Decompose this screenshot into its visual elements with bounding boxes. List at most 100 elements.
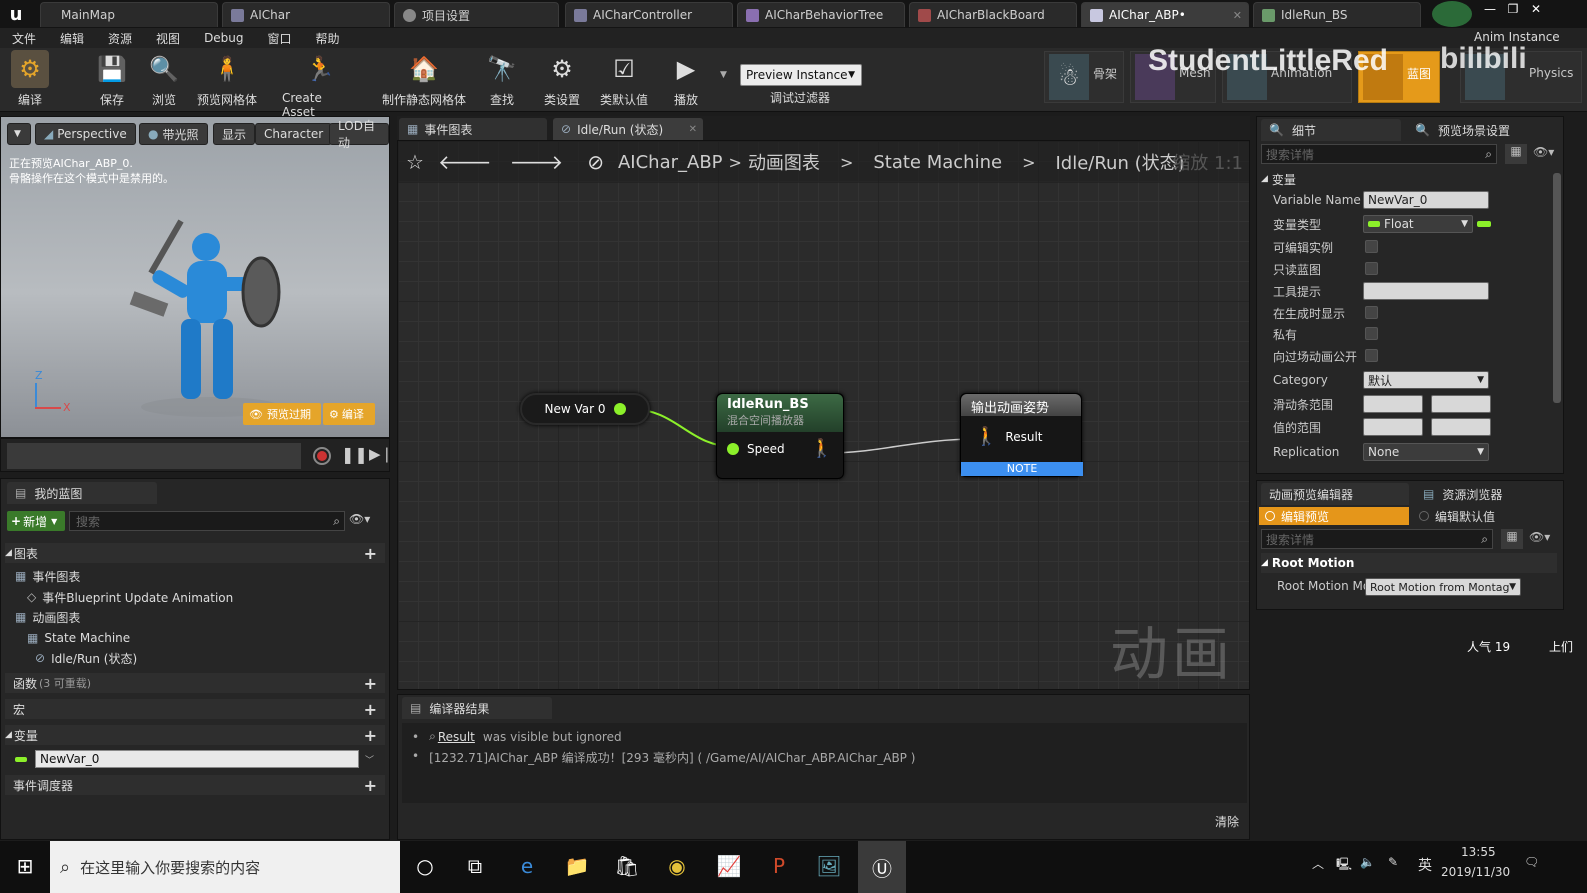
windows-start-icon[interactable]: ⊞ (10, 851, 40, 881)
editable-instance-checkbox[interactable] (1365, 240, 1378, 253)
task-view-icon[interactable]: ⧉ (460, 851, 490, 881)
event-graph-item[interactable]: ▦ 事件图表 (5, 566, 385, 586)
close-icon[interactable]: ✕ (1233, 9, 1242, 22)
blueprint-search-input[interactable]: 搜索 ⌕ (69, 511, 345, 531)
menu-asset[interactable]: 资源 (108, 30, 132, 47)
graphs-section[interactable]: ◢ 图表 + (5, 543, 385, 563)
anim-graph-canvas[interactable]: ☆ 🡐 🡒 ⊘ AIChar_ABP > 动画图表 > State Machin… (397, 140, 1250, 690)
lit-button[interactable]: ● 带光照 (139, 123, 208, 145)
variable-section-header[interactable]: ◢ 变量 (1261, 169, 1551, 189)
anim-graph-item[interactable]: ▦ 动画图表 (5, 607, 385, 627)
slider-range-min[interactable] (1363, 395, 1423, 413)
language-indicator[interactable]: 英 (1418, 855, 1432, 875)
perspective-button[interactable]: ◢ Perspective (35, 123, 136, 145)
play-options-icon[interactable]: ▼ (720, 70, 727, 80)
tab-behaviortree[interactable]: AICharBehaviorTree (737, 2, 905, 27)
compiler-results-tab[interactable]: ▤ 编译器结果 (402, 697, 552, 719)
add-function-icon[interactable]: + (364, 674, 377, 693)
root-motion-section[interactable]: ◢ Root Motion (1261, 553, 1557, 573)
root-motion-mode-dropdown[interactable]: Root Motion from Montag ▼ (1365, 578, 1521, 596)
notification-icon[interactable]: 🗨 (1524, 855, 1539, 869)
slider-range-max[interactable] (1431, 395, 1491, 413)
dispatchers-section[interactable]: 事件调度器 + (5, 775, 385, 795)
class-defaults-button[interactable]: ☑ 类默认值 (596, 50, 652, 108)
cortana-icon[interactable]: ○ (410, 851, 440, 881)
make-static-mesh-button[interactable]: 🏠 制作静态网格体 (378, 50, 470, 108)
clock-date[interactable]: 2019/11/30 (1441, 865, 1510, 879)
add-dispatcher-icon[interactable]: + (364, 776, 377, 795)
character-button[interactable]: Character (255, 123, 333, 145)
pen-icon[interactable]: ✎ (1388, 855, 1398, 869)
replication-dropdown[interactable]: None ▼ (1363, 443, 1489, 461)
lod-button[interactable]: LOD自动 (329, 119, 389, 150)
show-on-spawn-checkbox[interactable] (1365, 306, 1378, 319)
tray-chevron-icon[interactable]: ︿ (1312, 855, 1324, 872)
add-graph-icon[interactable]: + (364, 544, 377, 563)
variable-name-input[interactable]: NewVar_0 (1363, 191, 1489, 209)
menu-file[interactable]: 文件 (12, 30, 36, 47)
output-pin[interactable] (613, 403, 626, 415)
details-search-input[interactable]: 搜索详情 ⌕ (1261, 144, 1497, 164)
find-button[interactable]: 🔭 查找 (482, 50, 522, 108)
variable-type-dropdown[interactable]: Float ▼ (1363, 215, 1473, 233)
variable-node[interactable]: New Var 0 (520, 393, 650, 425)
anim-preview-tab[interactable]: 动画预览编辑器 (1261, 483, 1409, 505)
volume-icon[interactable]: 🔈 (1360, 855, 1375, 869)
preview-viewport[interactable]: ▼ ◢ Perspective ● 带光照 显示 Character LOD自动 正… (0, 116, 390, 438)
edge-icon[interactable]: e (512, 851, 542, 881)
preview-search-input[interactable]: 搜索详情 ⌕ (1261, 529, 1493, 549)
timeline-track[interactable] (7, 443, 301, 469)
unreal-logo[interactable]: u (4, 2, 28, 26)
readonly-blueprint-checkbox[interactable] (1365, 262, 1378, 275)
browse-button[interactable]: 🔍 浏览 (144, 50, 184, 108)
output-pose-node[interactable]: 输出动画姿势 🚶 Result NOTE (960, 393, 1083, 477)
tab-idle-run[interactable]: ⊘ Idle/Run (状态) ✕ (553, 118, 703, 140)
menu-view[interactable]: 视图 (156, 30, 180, 47)
menu-help[interactable]: 帮助 (316, 30, 340, 47)
menu-edit[interactable]: 编辑 (60, 30, 84, 47)
value-range-max[interactable] (1431, 418, 1491, 436)
tab-aichar[interactable]: AIChar (222, 2, 390, 27)
tab-project-settings[interactable]: 项目设置 (394, 2, 559, 27)
pause-icon[interactable]: ❚❚ (341, 445, 368, 464)
viewport-menu-button[interactable]: ▼ (7, 123, 31, 145)
tooltip-input[interactable] (1363, 282, 1489, 300)
details-scrollbar[interactable] (1553, 173, 1561, 403)
menu-window[interactable]: 窗口 (268, 30, 292, 47)
clear-button[interactable]: 清除 (1215, 813, 1239, 830)
chevron-down-icon[interactable]: ﹀ (365, 753, 374, 766)
tab-aichar-abp[interactable]: AIChar_ABP• ✕ (1081, 2, 1249, 27)
add-new-button[interactable]: + 新增 ▼ (7, 511, 65, 531)
functions-section[interactable]: 函数 (3 可重载) + (5, 673, 385, 693)
record-icon[interactable] (313, 447, 331, 465)
clock-time[interactable]: 13:55 (1461, 845, 1496, 859)
powerpoint-icon[interactable]: P (764, 851, 794, 881)
minimize-icon[interactable]: — (1480, 2, 1500, 16)
grid-view-icon[interactable]: ▦ (1501, 529, 1523, 549)
close-icon[interactable]: ✕ (689, 124, 697, 135)
asset-browser-tab[interactable]: ▤ 资源浏览器 (1415, 483, 1561, 505)
variable-item[interactable]: NewVar_0 ﹀ (5, 749, 385, 769)
event-item[interactable]: ◇ 事件Blueprint Update Animation (5, 587, 385, 607)
macros-section[interactable]: 宏 + (5, 699, 385, 719)
close-window-icon[interactable]: ✕ (1526, 2, 1546, 16)
pose-output-icon[interactable]: 🚶 (811, 438, 833, 459)
eye-icon[interactable]: 👁▾ (1533, 145, 1554, 159)
mode-skeleton-button[interactable]: ☃ 骨架 (1044, 51, 1124, 103)
state-machine-item[interactable]: ▦ State Machine (5, 628, 385, 648)
tab-idlerun-bs[interactable]: IdleRun_BS (1253, 2, 1421, 27)
step-forward-icon[interactable]: ▶❘ (369, 445, 393, 463)
maximize-icon[interactable]: ❐ (1503, 2, 1523, 16)
add-macro-icon[interactable]: + (364, 700, 377, 719)
edit-defaults-button[interactable]: 编辑默认值 (1413, 507, 1561, 525)
network-icon[interactable]: 🖳 (1336, 855, 1352, 876)
preview-mesh-button[interactable]: 🧍 预览网格体 (194, 50, 260, 108)
details-tab[interactable]: 🔍 细节 (1261, 119, 1401, 141)
menu-debug[interactable]: Debug (204, 31, 243, 45)
grid-view-icon[interactable]: ▦ (1505, 144, 1527, 164)
variables-section[interactable]: ◢ 变量 + (5, 725, 385, 745)
idle-run-item[interactable]: ⊘ Idle/Run (状态) (5, 648, 385, 668)
category-dropdown[interactable]: 默认 ▼ (1363, 371, 1489, 389)
store-icon[interactable]: 🛍 (612, 851, 642, 881)
show-button[interactable]: 显示 (213, 123, 256, 145)
